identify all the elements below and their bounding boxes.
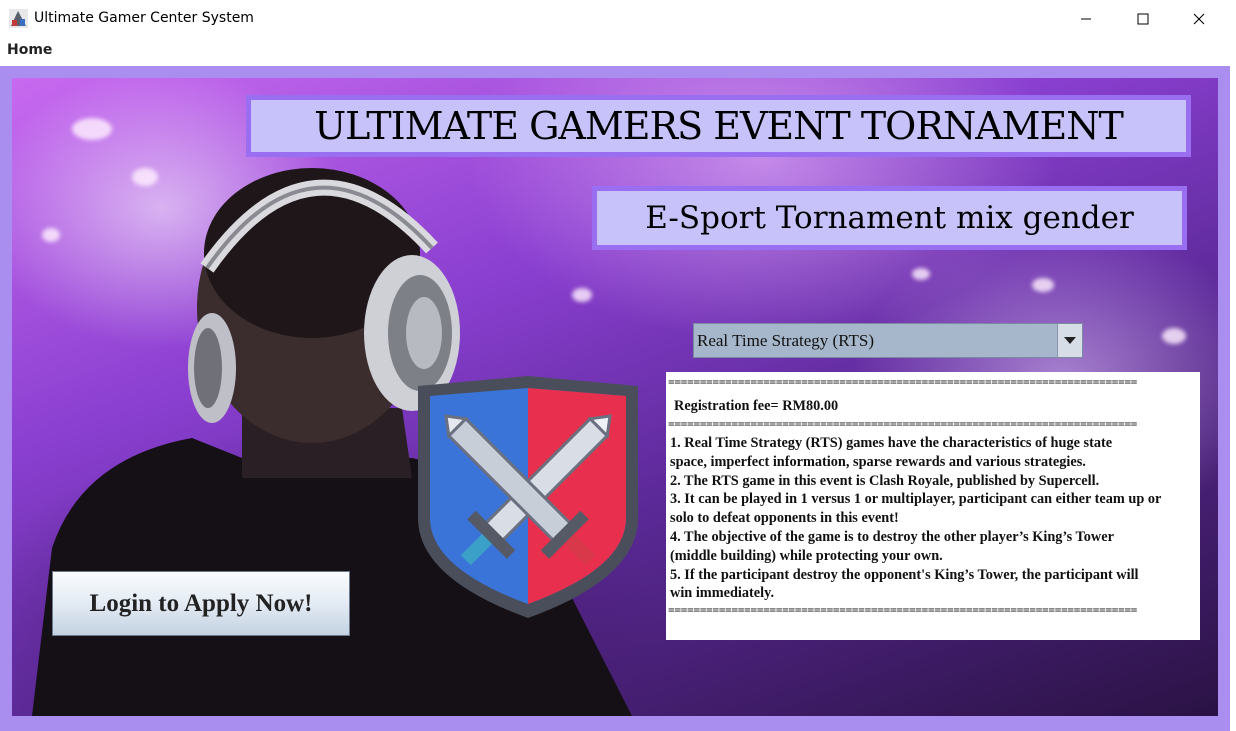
subtitle-banner: E-Sport Tornament mix gender xyxy=(592,186,1187,250)
chevron-down-icon xyxy=(1064,336,1076,344)
event-description: 1. Real Time Strategy (RTS) games have t… xyxy=(670,434,1198,603)
title-bar: Ultimate Gamer Center System xyxy=(0,0,1236,39)
login-to-apply-button[interactable]: Login to Apply Now! xyxy=(52,571,350,636)
genre-dropdown[interactable]: Real Time Strategy (RTS) xyxy=(693,323,1083,358)
genre-dropdown-value: Real Time Strategy (RTS) xyxy=(697,331,875,350)
minimize-button[interactable] xyxy=(1063,0,1109,38)
background-image: ULTIMATE GAMERS EVENT TORNAMENT E-Sport … xyxy=(12,78,1218,716)
separator-line: ========================================… xyxy=(668,606,1138,616)
main-frame: ULTIMATE GAMERS EVENT TORNAMENT E-Sport … xyxy=(0,66,1230,731)
description-line: 2. The RTS game in this event is Clash R… xyxy=(670,472,1100,489)
app-icon xyxy=(9,9,28,28)
maximize-icon xyxy=(1137,13,1149,25)
maximize-button[interactable] xyxy=(1120,0,1166,38)
window-title: Ultimate Gamer Center System xyxy=(34,10,254,26)
description-line: 4. The objective of the game is to destr… xyxy=(670,528,1114,545)
close-icon xyxy=(1193,13,1205,25)
dropdown-arrow-button[interactable] xyxy=(1057,324,1082,357)
title-banner: ULTIMATE GAMERS EVENT TORNAMENT xyxy=(246,95,1191,157)
subtitle-banner-text: E-Sport Tornament mix gender xyxy=(645,200,1134,236)
separator-line: ========================================… xyxy=(668,420,1138,430)
stage-light xyxy=(912,268,930,280)
title-banner-text: ULTIMATE GAMERS EVENT TORNAMENT xyxy=(314,104,1124,148)
separator-line: ========================================… xyxy=(668,378,1138,388)
description-line: solo to defeat opponents in this event! xyxy=(670,510,899,527)
description-line: win immediately. xyxy=(670,585,775,602)
crossed-swords-shield-icon xyxy=(418,376,638,618)
event-info-panel: ========================================… xyxy=(666,372,1200,640)
menu-home[interactable]: Home xyxy=(7,42,52,58)
description-line: 3. It can be played in 1 versus 1 or mul… xyxy=(670,491,1162,508)
minimize-icon xyxy=(1081,18,1091,20)
description-line: 5. If the participant destroy the oppone… xyxy=(670,566,1139,583)
login-button-label: Login to Apply Now! xyxy=(89,589,313,617)
stage-light xyxy=(1162,328,1186,344)
stage-light xyxy=(1032,278,1054,292)
registration-fee: Registration fee= RM80.00 xyxy=(674,398,839,414)
description-line: 1. Real Time Strategy (RTS) games have t… xyxy=(670,435,1113,451)
description-line: (middle building) while protecting your … xyxy=(670,547,943,564)
description-line: space, imperfect information, sparse rew… xyxy=(670,453,1086,470)
menu-bar: Home xyxy=(0,38,1236,65)
close-button[interactable] xyxy=(1176,0,1222,38)
